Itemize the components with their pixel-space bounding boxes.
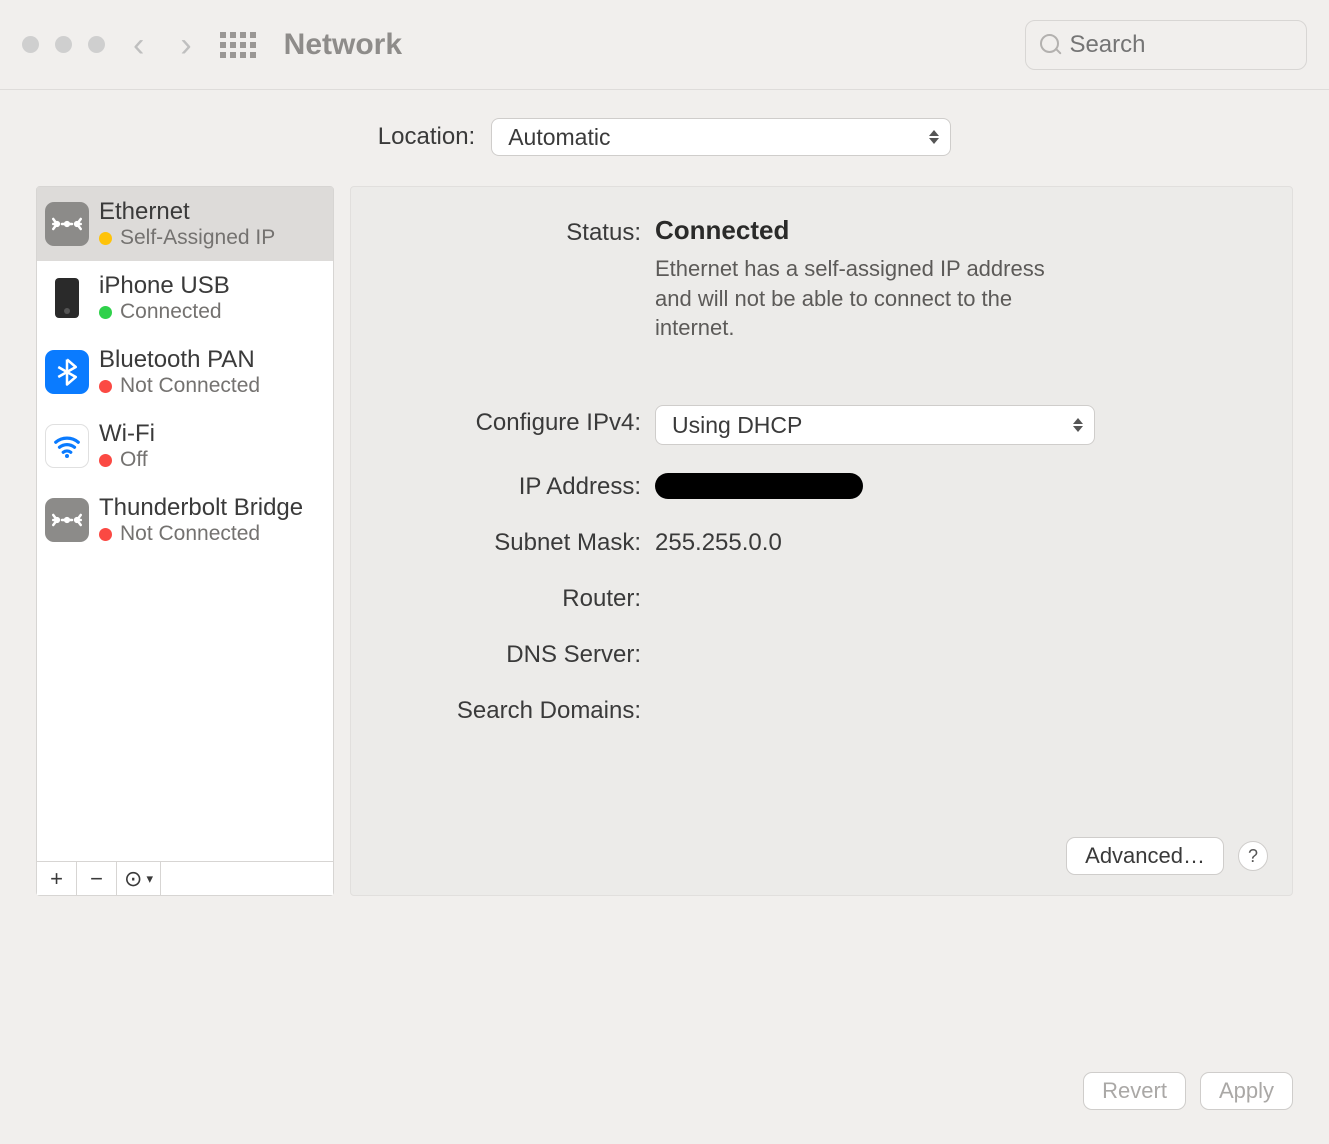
page-title: Network — [284, 28, 402, 62]
router-label: Router: — [351, 581, 641, 613]
chevron-down-icon: ▾ — [146, 871, 153, 887]
ethernet-icon — [45, 202, 89, 246]
subnet-mask-value: 255.255.0.0 — [655, 525, 1222, 557]
iphone-icon — [45, 276, 89, 320]
search-domains-value — [655, 693, 1222, 697]
service-sidebar: Ethernet Self-Assigned IP iPhone USB Con… — [36, 186, 334, 896]
sidebar-item-wifi[interactable]: Wi-Fi Off — [37, 409, 333, 483]
location-select[interactable]: Automatic — [491, 118, 951, 156]
status-label: Status: — [351, 215, 641, 247]
sidebar-item-thunderbolt-bridge[interactable]: Thunderbolt Bridge Not Connected — [37, 483, 333, 557]
search-field[interactable] — [1025, 20, 1307, 70]
location-row: Location: Automatic — [0, 90, 1329, 186]
forward-button[interactable]: › — [180, 28, 191, 62]
search-input[interactable] — [1069, 31, 1292, 59]
status-dot-icon — [99, 454, 112, 467]
sidebar-item-ethernet[interactable]: Ethernet Self-Assigned IP — [37, 187, 333, 261]
search-domains-label: Search Domains: — [351, 693, 641, 725]
gear-circle-icon: ⊙ — [124, 866, 142, 892]
chevron-updown-icon — [926, 126, 942, 148]
service-status: Self-Assigned IP — [120, 226, 275, 250]
location-label: Location: — [378, 123, 475, 151]
remove-service-button[interactable]: − — [77, 862, 117, 895]
window-footer: Revert Apply — [1083, 1072, 1293, 1110]
service-status: Not Connected — [120, 522, 260, 546]
sidebar-item-iphone-usb[interactable]: iPhone USB Connected — [37, 261, 333, 335]
service-status: Off — [120, 448, 148, 472]
ip-address-value-redacted — [655, 473, 863, 499]
revert-button[interactable]: Revert — [1083, 1072, 1186, 1110]
service-list: Ethernet Self-Assigned IP iPhone USB Con… — [37, 187, 333, 861]
status-value: Connected — [655, 215, 1222, 246]
service-status: Connected — [120, 300, 222, 324]
status-subtext: Ethernet has a self-assigned IP address … — [655, 254, 1075, 343]
service-name: Ethernet — [99, 198, 275, 226]
subnet-mask-label: Subnet Mask: — [351, 525, 641, 557]
window-toolbar: ‹ › Network — [0, 0, 1329, 90]
back-button[interactable]: ‹ — [133, 28, 144, 62]
wifi-icon — [45, 424, 89, 468]
more-actions-button[interactable]: ⊙ ▾ — [117, 862, 161, 895]
sidebar-item-bluetooth-pan[interactable]: Bluetooth PAN Not Connected — [37, 335, 333, 409]
service-name: Wi-Fi — [99, 420, 155, 448]
add-service-button[interactable]: + — [37, 862, 77, 895]
status-dot-icon — [99, 528, 112, 541]
search-icon — [1040, 34, 1059, 56]
router-value — [655, 581, 1222, 585]
bluetooth-icon — [45, 350, 89, 394]
chevron-updown-icon — [1070, 414, 1086, 436]
close-window-button[interactable] — [22, 36, 39, 53]
service-name: iPhone USB — [99, 272, 230, 300]
configure-ipv4-select[interactable]: Using DHCP — [655, 405, 1095, 445]
thunderbolt-bridge-icon — [45, 498, 89, 542]
configure-ipv4-value: Using DHCP — [672, 412, 802, 439]
detail-panel: Status: Connected Ethernet has a self-as… — [350, 186, 1293, 896]
minimize-window-button[interactable] — [55, 36, 72, 53]
configure-ipv4-label: Configure IPv4: — [351, 405, 641, 437]
help-icon: ? — [1248, 846, 1258, 867]
status-dot-icon — [99, 306, 112, 319]
status-dot-icon — [99, 232, 112, 245]
apply-button[interactable]: Apply — [1200, 1072, 1293, 1110]
advanced-button[interactable]: Advanced… — [1066, 837, 1224, 875]
plus-icon: + — [50, 866, 63, 892]
zoom-window-button[interactable] — [88, 36, 105, 53]
help-button[interactable]: ? — [1238, 841, 1268, 871]
dns-server-value — [655, 637, 1222, 641]
minus-icon: − — [90, 866, 103, 892]
ip-address-label: IP Address: — [351, 469, 641, 501]
status-dot-icon — [99, 380, 112, 393]
dns-server-label: DNS Server: — [351, 637, 641, 669]
traffic-lights — [22, 36, 105, 53]
nav-buttons: ‹ › — [133, 28, 192, 62]
sidebar-toolbar: + − ⊙ ▾ — [37, 861, 333, 895]
location-value: Automatic — [508, 124, 610, 151]
service-name: Thunderbolt Bridge — [99, 494, 303, 522]
service-name: Bluetooth PAN — [99, 346, 260, 374]
service-status: Not Connected — [120, 374, 260, 398]
show-all-icon[interactable] — [220, 32, 256, 58]
